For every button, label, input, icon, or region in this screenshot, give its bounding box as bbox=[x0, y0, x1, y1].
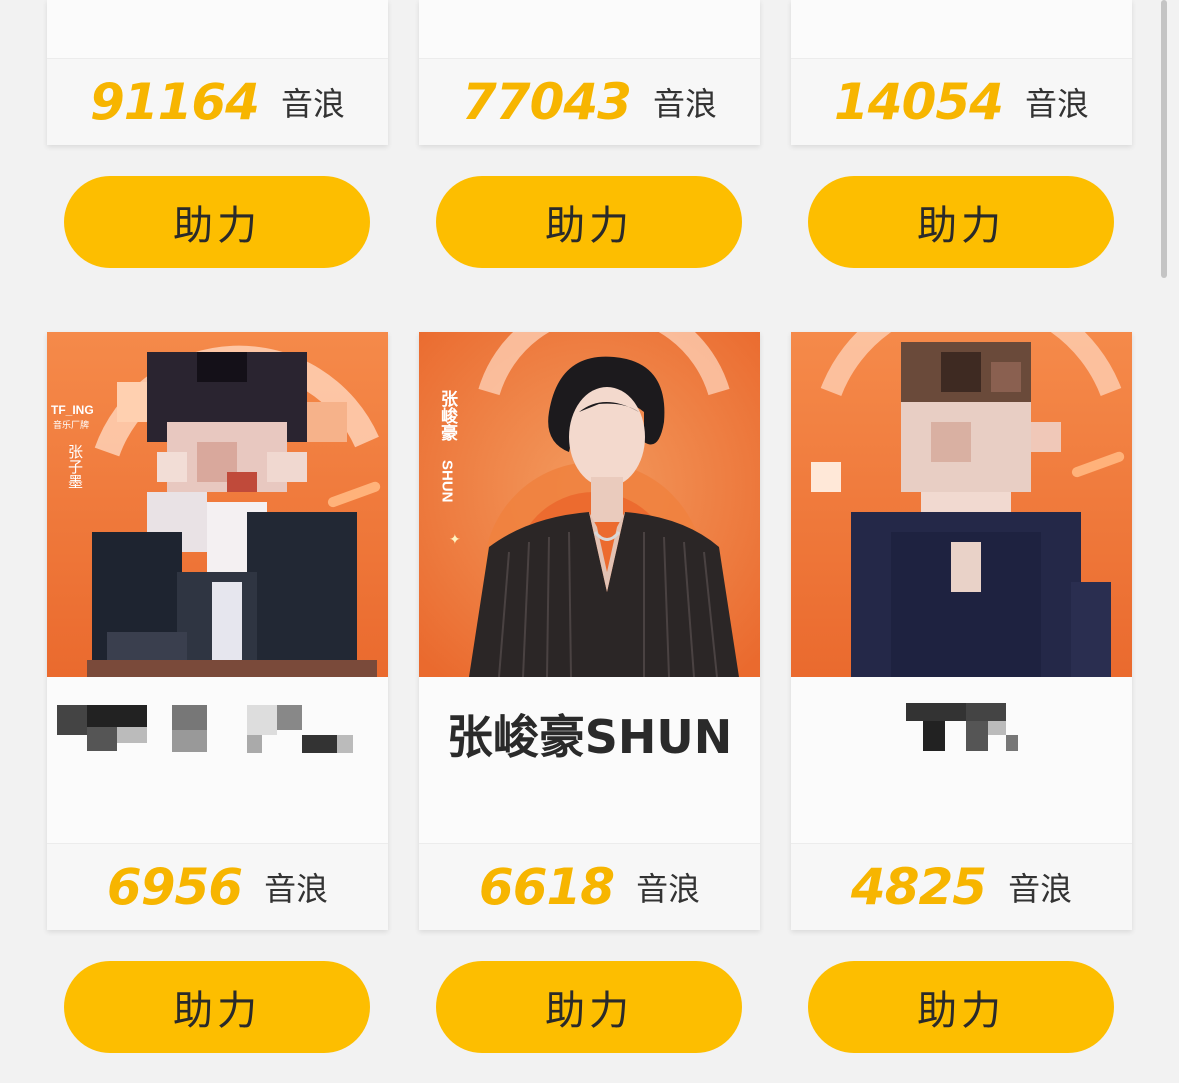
score-row: 91164 音浪 bbox=[47, 59, 388, 145]
score-row: 6956 音浪 bbox=[47, 844, 388, 930]
support-button-label: 助力 bbox=[173, 988, 261, 1034]
card-name-area bbox=[47, 677, 388, 843]
support-button[interactable]: 助力 bbox=[808, 961, 1114, 1053]
support-button-label: 助力 bbox=[545, 203, 633, 249]
artist-photo-pixelated bbox=[791, 332, 1132, 677]
pixelated-name bbox=[57, 705, 353, 753]
vote-grid-page: 91164 音浪 助力 77043 音浪 助力 14054 音浪 助力 TF_I… bbox=[0, 0, 1179, 1083]
support-button-label: 助力 bbox=[917, 988, 1005, 1034]
support-button[interactable]: 助力 bbox=[64, 176, 370, 268]
artist-card[interactable]: 张峻豪 SHUN ✦ 张峻豪SHUN 6618 音浪 bbox=[419, 332, 760, 930]
artist-card: 14054 音浪 bbox=[791, 0, 1132, 145]
card-name-area bbox=[791, 0, 1132, 58]
score-row: 77043 音浪 bbox=[419, 59, 760, 145]
support-button-label: 助力 bbox=[173, 203, 261, 249]
pixelated-name bbox=[906, 703, 1018, 751]
artist-name: 张峻豪SHUN bbox=[446, 710, 733, 764]
artist-card: 91164 音浪 bbox=[47, 0, 388, 145]
support-button[interactable]: 助力 bbox=[436, 176, 742, 268]
sound-wave-score: 4825 bbox=[850, 858, 987, 916]
score-row: 6618 音浪 bbox=[419, 844, 760, 930]
sound-wave-score: 77043 bbox=[462, 73, 632, 131]
artist-card[interactable]: 4825 音浪 bbox=[791, 332, 1132, 930]
support-button-label: 助力 bbox=[545, 988, 633, 1034]
poster-latin-vertical: SHUN bbox=[439, 460, 456, 503]
sound-wave-unit: 音浪 bbox=[280, 85, 345, 123]
artist-card[interactable]: TF_ING 音乐厂牌 张子墨 6956 音浪 bbox=[47, 332, 388, 930]
artist-photo: 张峻豪 SHUN ✦ bbox=[419, 332, 760, 677]
sound-wave-score: 6956 bbox=[106, 858, 243, 916]
support-button[interactable]: 助力 bbox=[808, 176, 1114, 268]
card-name-area bbox=[791, 677, 1132, 843]
poster-name-vertical: 张峻豪 bbox=[437, 390, 458, 442]
artist-card: 77043 音浪 bbox=[419, 0, 760, 145]
support-button-label: 助力 bbox=[917, 203, 1005, 249]
sound-wave-score: 14054 bbox=[834, 73, 1004, 131]
score-row: 4825 音浪 bbox=[791, 844, 1132, 930]
poster-brand-text: TF_ING bbox=[51, 403, 94, 417]
sound-wave-unit: 音浪 bbox=[264, 870, 329, 908]
poster-name-vertical: 张子墨 bbox=[66, 444, 84, 489]
sparkle-icon: ✦ bbox=[449, 532, 461, 548]
support-button[interactable]: 助力 bbox=[64, 961, 370, 1053]
sound-wave-unit: 音浪 bbox=[652, 85, 717, 123]
sound-wave-score: 6618 bbox=[478, 858, 615, 916]
poster-brand-subtext: 音乐厂牌 bbox=[53, 419, 89, 431]
support-button[interactable]: 助力 bbox=[436, 961, 742, 1053]
sound-wave-unit: 音浪 bbox=[1008, 870, 1073, 908]
card-name-area bbox=[47, 0, 388, 58]
sound-wave-score: 91164 bbox=[90, 73, 260, 131]
sound-wave-unit: 音浪 bbox=[1024, 85, 1089, 123]
card-name-area: 张峻豪SHUN bbox=[419, 677, 760, 843]
score-row: 14054 音浪 bbox=[791, 59, 1132, 145]
artist-photo-pixelated: TF_ING 音乐厂牌 张子墨 bbox=[47, 332, 388, 677]
card-name-area bbox=[419, 0, 760, 58]
sound-wave-unit: 音浪 bbox=[636, 870, 701, 908]
scrollbar-thumb[interactable] bbox=[1161, 0, 1167, 278]
